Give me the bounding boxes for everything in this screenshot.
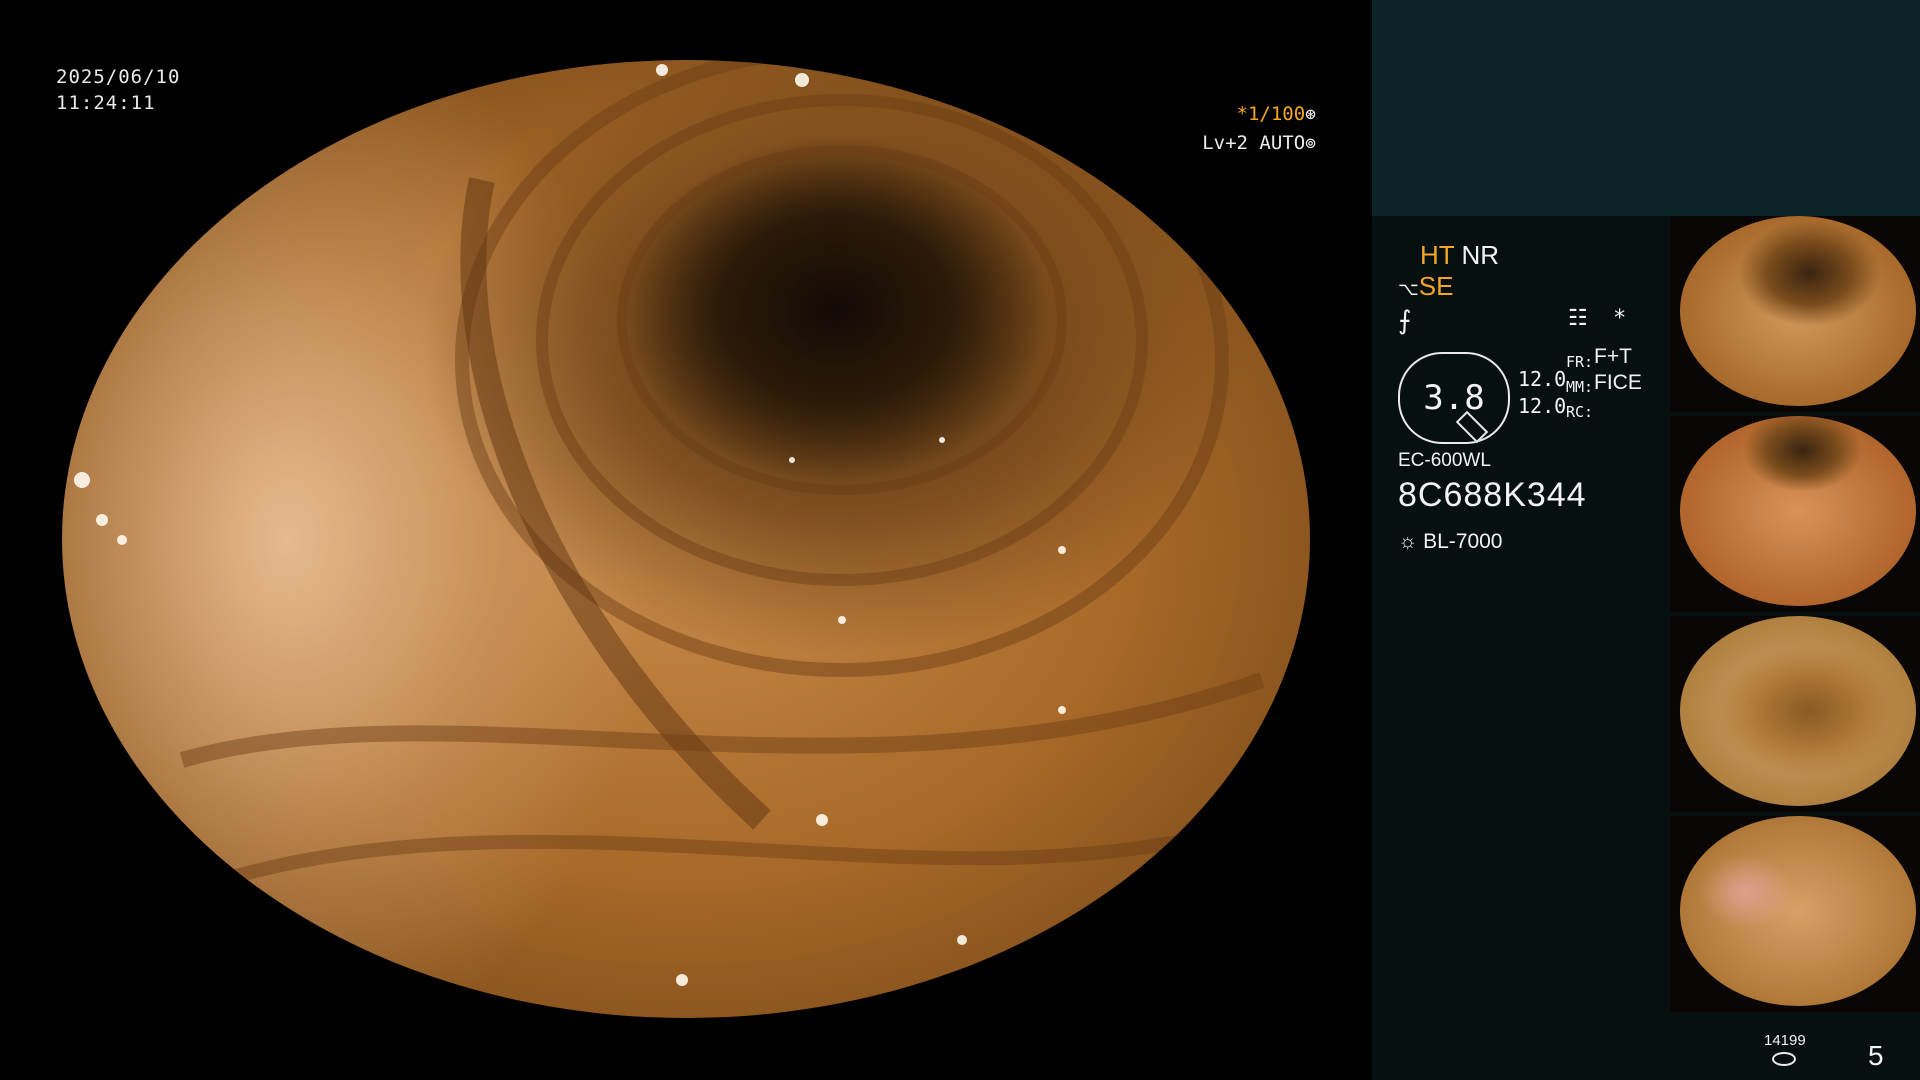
light-source-icon: ☼ (1398, 530, 1418, 553)
scope-model: EC-600WL (1398, 450, 1491, 471)
endoscope-view (62, 60, 1310, 1018)
mm-label: MM: (1566, 378, 1594, 396)
time-text: 11:24:11 (56, 92, 156, 114)
auto-icon: ⊚ (1305, 133, 1316, 154)
ht-label: HT (1420, 240, 1455, 270)
thumbnail-3[interactable] (1670, 616, 1920, 812)
page-number: 5 (1868, 1040, 1884, 1071)
zoom-badge: 3.8 (1398, 352, 1510, 444)
storage-count: 14199 (1764, 1032, 1806, 1049)
toggle-icon: ⨍ (1398, 305, 1412, 335)
scope-serial: 8C688K344 (1398, 476, 1587, 514)
thumbnail-4[interactable] (1670, 816, 1920, 1012)
exposure-overlay: *1/100⊛ Lv+2 AUTO⊚ (1202, 100, 1316, 158)
shutter-speed: *1/100 (1236, 103, 1306, 125)
level-mode: Lv+2 AUTO (1202, 132, 1306, 154)
zoom-value: 3.8 (1423, 378, 1485, 418)
mode-labels: FR: MM: RC: (1566, 350, 1593, 425)
light-source: ☼ BL-7000 (1398, 530, 1503, 554)
storage-icon (1772, 1052, 1796, 1066)
nr-label: NR (1461, 240, 1499, 270)
panel-header-area (1372, 0, 1920, 216)
thumbnail-2[interactable] (1670, 416, 1920, 612)
light-source-label: BL-7000 (1423, 530, 1503, 553)
fr-value: F+T (1594, 345, 1632, 368)
fr-label: FR: (1566, 353, 1594, 371)
se-mode-icon: ⌥ (1398, 279, 1419, 299)
thumbnail-1[interactable] (1670, 216, 1920, 412)
date-text: 2025/06/10 (56, 66, 181, 88)
mode-values: F+T FICE (1594, 344, 1642, 396)
settings-icon: ☷ (1568, 306, 1588, 331)
mm-value: FICE (1594, 371, 1642, 394)
status-text: HT NR ⌥SE ⨍ (1398, 240, 1698, 336)
bottom-mask (0, 1018, 1372, 1080)
value-2: 12.0 (1518, 394, 1567, 418)
shutter-icon: ⊛ (1305, 104, 1316, 125)
mid-icons: ☷ * (1568, 306, 1626, 331)
rc-label: RC: (1566, 403, 1594, 421)
status-panel: HT NR ⌥SE ⨍ ☷ * 3.8 12.0 12.0 FR: MM: RC… (1372, 0, 1920, 1080)
top-mask (0, 0, 1372, 60)
numeric-values: 12.0 12.0 (1518, 366, 1566, 420)
asterisk-mark: * (1612, 306, 1627, 331)
value-1: 12.0 (1518, 367, 1567, 391)
se-label: SE (1418, 271, 1454, 301)
datetime-overlay: 2025/06/10 11:24:11 (56, 64, 180, 116)
mucosal-folds (74, 60, 1265, 986)
